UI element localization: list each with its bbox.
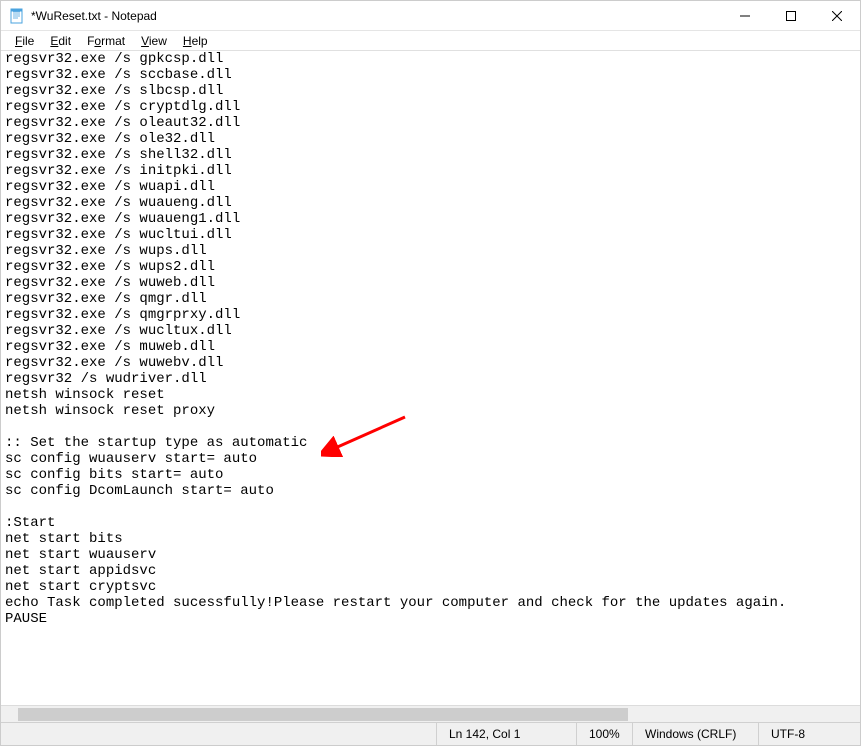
close-button[interactable] bbox=[814, 1, 860, 30]
minimize-icon bbox=[740, 11, 750, 21]
window-title: *WuReset.txt - Notepad bbox=[31, 9, 722, 23]
text-editor[interactable]: regsvr32.exe /s gpkcsp.dll regsvr32.exe … bbox=[1, 51, 860, 705]
editor-container: regsvr32.exe /s gpkcsp.dll regsvr32.exe … bbox=[1, 51, 860, 705]
menu-edit[interactable]: Edit bbox=[42, 32, 79, 50]
menu-help[interactable]: Help bbox=[175, 32, 216, 50]
horizontal-scrollbar[interactable] bbox=[1, 705, 860, 722]
statusbar: Ln 142, Col 1 100% Windows (CRLF) UTF-8 bbox=[1, 722, 860, 745]
window-controls bbox=[722, 1, 860, 30]
status-cursor-position: Ln 142, Col 1 bbox=[436, 723, 576, 745]
menubar: File Edit Format View Help bbox=[1, 31, 860, 51]
horizontal-scrollbar-thumb[interactable] bbox=[18, 708, 628, 721]
status-line-ending: Windows (CRLF) bbox=[632, 723, 758, 745]
close-icon bbox=[832, 11, 842, 21]
status-zoom: 100% bbox=[576, 723, 632, 745]
menu-file[interactable]: File bbox=[7, 32, 42, 50]
minimize-button[interactable] bbox=[722, 1, 768, 30]
status-encoding: UTF-8 bbox=[758, 723, 860, 745]
titlebar: *WuReset.txt - Notepad bbox=[1, 1, 860, 31]
maximize-button[interactable] bbox=[768, 1, 814, 30]
menu-format[interactable]: Format bbox=[79, 32, 133, 50]
menu-view[interactable]: View bbox=[133, 32, 175, 50]
notepad-icon bbox=[9, 8, 25, 24]
maximize-icon bbox=[786, 11, 796, 21]
